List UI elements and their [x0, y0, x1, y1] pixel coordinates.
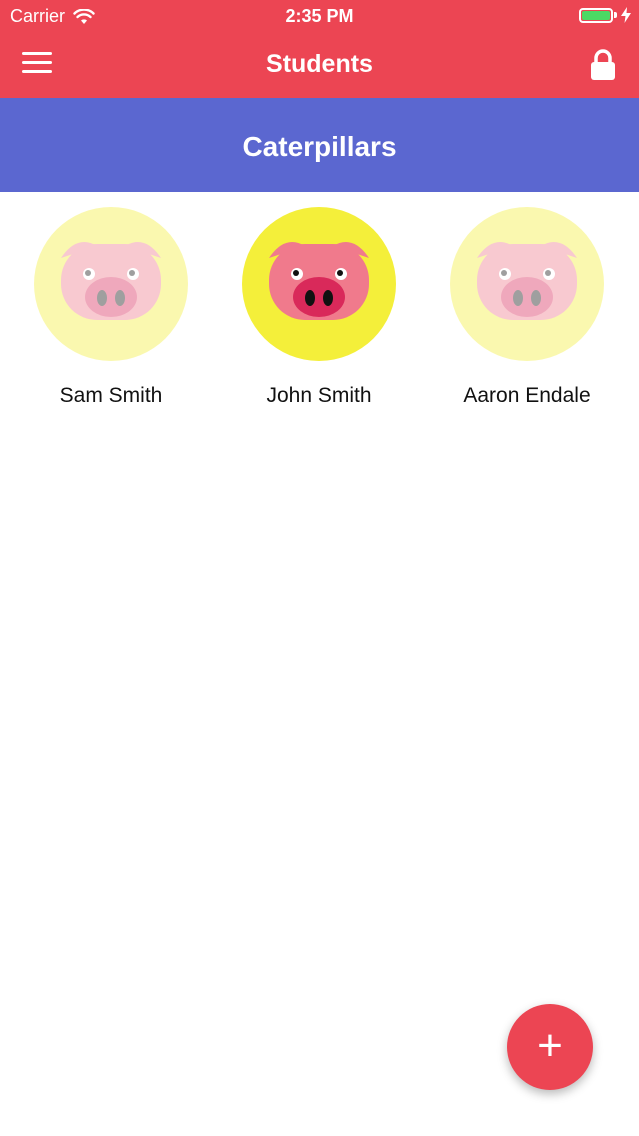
student-name: Sam Smith [59, 384, 163, 407]
battery-indicator [579, 7, 631, 23]
student-name: Aaron Endale [463, 384, 591, 407]
status-time: 2:35 PM [285, 6, 354, 26]
pig-icon [450, 207, 604, 361]
student-card[interactable]: Aaron Endale [423, 206, 631, 408]
add-icon: + [537, 1021, 563, 1070]
nav-bar: Students [0, 32, 639, 98]
section-header: Caterpillars [0, 98, 639, 192]
lock-icon[interactable] [589, 48, 617, 82]
charging-bolt-icon [621, 7, 631, 23]
battery-icon [579, 7, 613, 23]
add-student-button[interactable]: + [507, 1004, 593, 1090]
student-name: John Smith [266, 384, 372, 407]
pig-icon [242, 207, 396, 361]
page-title: Students [266, 50, 373, 78]
section-title: Caterpillars [242, 131, 397, 162]
student-card[interactable]: John Smith [215, 206, 423, 408]
student-card[interactable]: Sam Smith [7, 206, 215, 408]
status-bar: Carrier 2:35 PM [0, 0, 639, 32]
pig-icon [34, 207, 188, 361]
